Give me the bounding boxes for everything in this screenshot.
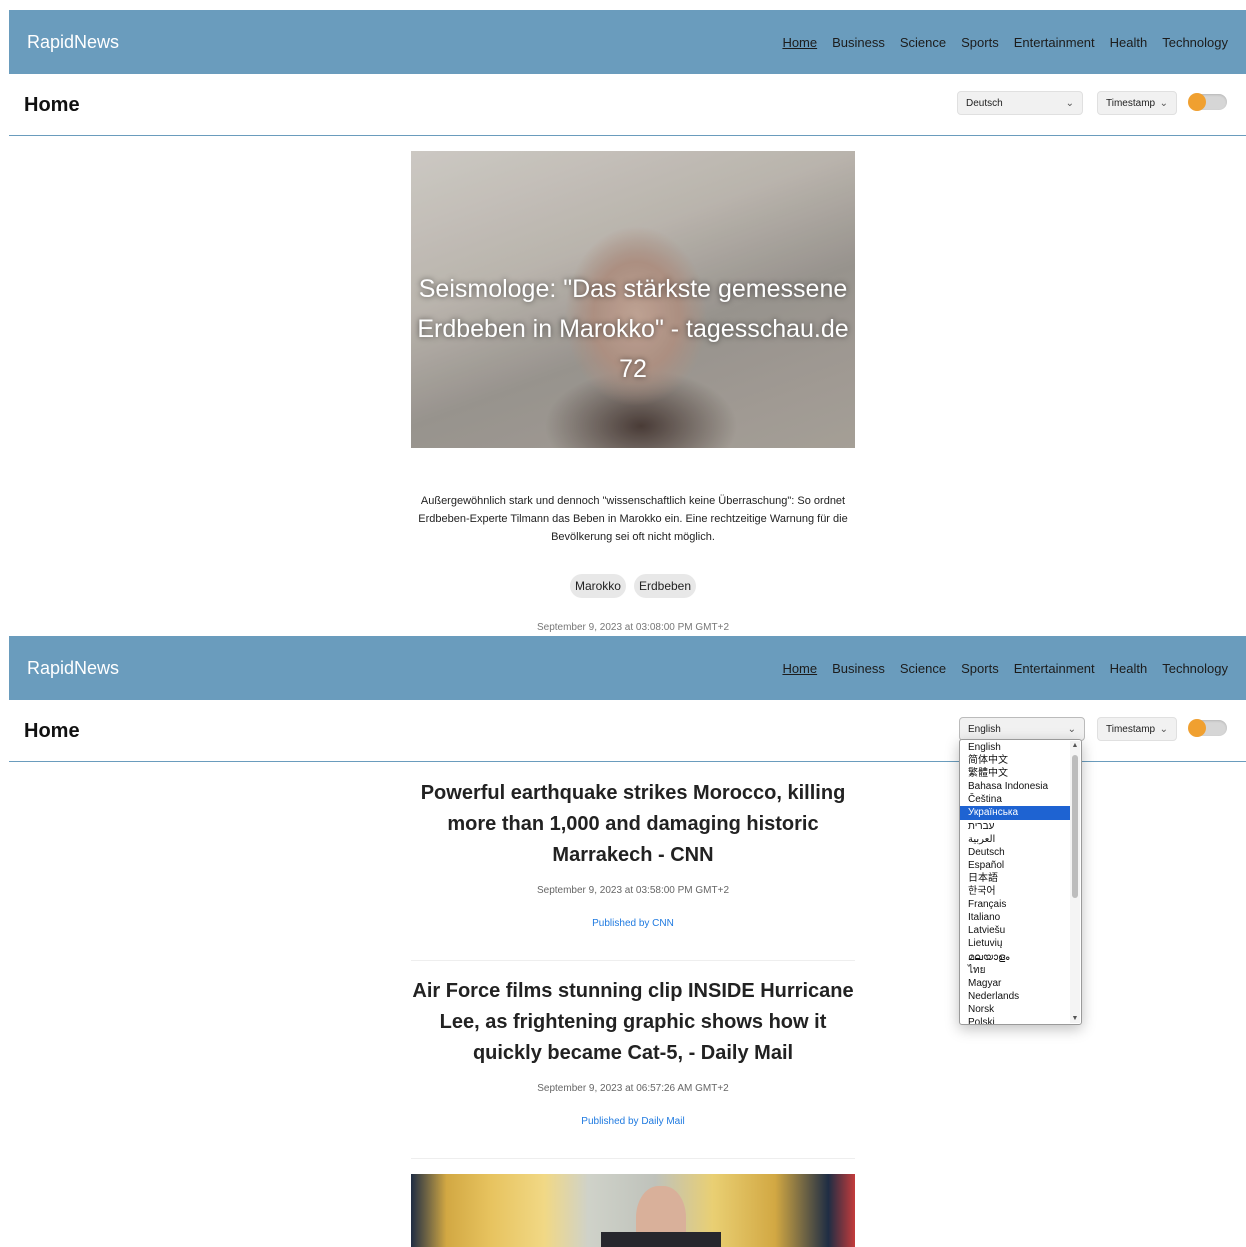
language-select-value: English (968, 723, 1001, 735)
language-option[interactable]: ไทย (960, 964, 1070, 977)
article-title[interactable]: Powerful earthquake strikes Morocco, kil… (411, 778, 855, 871)
language-dropdown-list[interactable]: English 简体中文 繁體中文 Bahasa Indonesia Češti… (959, 739, 1082, 1025)
article-divider (411, 1158, 855, 1159)
language-option[interactable]: 繁體中文 (960, 767, 1070, 780)
language-option[interactable]: മലയാളം (960, 951, 1070, 964)
article-date: September 9, 2023 at 06:57:26 AM GMT+2 (537, 1083, 729, 1094)
article-title[interactable]: Seismologe: "Das stärkste gemessene Erdb… (411, 269, 855, 389)
article-tags: Marokko Erdbeben (411, 574, 855, 598)
language-select[interactable]: English ⌄ (959, 717, 1085, 741)
tag-marokko[interactable]: Marokko (569, 574, 626, 598)
dropdown-scrollbar[interactable]: ▲ ▼ (1070, 741, 1080, 1023)
toggle-knob (1188, 719, 1206, 737)
article-publisher-link[interactable]: Published by CNN (411, 918, 855, 929)
nav-science[interactable]: Science (900, 661, 946, 676)
nav-home[interactable]: Home (782, 661, 817, 676)
sort-select[interactable]: Timestamp ⌄ (1097, 91, 1177, 115)
page-title: Home (24, 720, 80, 742)
language-option[interactable]: 日本語 (960, 872, 1070, 885)
sort-select[interactable]: Timestamp ⌄ (1097, 717, 1177, 741)
language-option[interactable]: Deutsch (960, 846, 1070, 859)
scroll-up-arrow-icon[interactable]: ▲ (1070, 742, 1080, 749)
toggle-knob (1188, 93, 1206, 111)
chevron-down-icon: ⌄ (1065, 97, 1074, 109)
article-card: Powerful earthquake strikes Morocco, kil… (411, 778, 855, 929)
scroll-down-arrow-icon[interactable]: ▼ (1070, 1015, 1080, 1022)
navbar: RapidNews Home Business Science Sports E… (9, 636, 1246, 700)
article-title[interactable]: Air Force films stunning clip INSIDE Hur… (411, 976, 855, 1069)
language-option[interactable]: 简体中文 (960, 754, 1070, 767)
language-select[interactable]: Deutsch ⌄ (957, 91, 1083, 115)
language-option[interactable]: Français (960, 898, 1070, 911)
language-option[interactable]: Nederlands (960, 990, 1070, 1003)
nav-technology[interactable]: Technology (1162, 35, 1228, 50)
chevron-down-icon: ⌄ (1159, 723, 1168, 735)
article-image[interactable] (411, 1174, 855, 1247)
language-select-value: Deutsch (966, 97, 1003, 109)
tag-erdbeben[interactable]: Erdbeben (633, 574, 697, 598)
language-option[interactable]: English (960, 741, 1070, 754)
page-title: Home (24, 94, 80, 116)
language-option[interactable]: Italiano (960, 911, 1070, 924)
article-publisher-link[interactable]: Published by Daily Mail (411, 1116, 855, 1127)
subheader: Home Deutsch ⌄ Timestamp ⌄ (9, 74, 1246, 136)
nav-entertainment[interactable]: Entertainment (1014, 661, 1095, 676)
brand-logo[interactable]: RapidNews (27, 32, 119, 53)
navbar: RapidNews Home Business Science Sports E… (9, 10, 1246, 74)
nav-links: Home Business Science Sports Entertainme… (782, 661, 1228, 676)
language-option[interactable]: Polski (960, 1016, 1070, 1024)
scrollbar-thumb[interactable] (1072, 755, 1078, 898)
nav-sports[interactable]: Sports (961, 661, 999, 676)
sort-select-value: Timestamp (1106, 97, 1156, 109)
nav-sports[interactable]: Sports (961, 35, 999, 50)
screenshot-top: RapidNews Home Business Science Sports E… (0, 0, 1246, 635)
language-option[interactable]: Latviešu (960, 924, 1070, 937)
chevron-down-icon: ⌄ (1159, 97, 1168, 109)
nav-business[interactable]: Business (832, 661, 885, 676)
language-option-highlighted[interactable]: Українська (960, 806, 1070, 820)
language-option[interactable]: Bahasa Indonesia (960, 780, 1070, 793)
language-option[interactable]: 한국어 (960, 885, 1070, 898)
nav-entertainment[interactable]: Entertainment (1014, 35, 1095, 50)
language-option[interactable]: Norsk (960, 1003, 1070, 1016)
language-option[interactable]: Lietuvių (960, 937, 1070, 950)
nav-science[interactable]: Science (900, 35, 946, 50)
nav-home[interactable]: Home (782, 35, 817, 50)
language-option[interactable]: العربية (960, 833, 1070, 846)
nav-health[interactable]: Health (1110, 661, 1148, 676)
theme-toggle[interactable] (1188, 719, 1227, 737)
sort-select-value: Timestamp (1106, 723, 1156, 735)
article-card: Air Force films stunning clip INSIDE Hur… (411, 976, 855, 1127)
nav-business[interactable]: Business (832, 35, 885, 50)
theme-toggle[interactable] (1188, 93, 1227, 111)
nav-links: Home Business Science Sports Entertainme… (782, 35, 1228, 50)
language-options: English 简体中文 繁體中文 Bahasa Indonesia Češti… (960, 740, 1070, 1024)
article-date: September 9, 2023 at 03:58:00 PM GMT+2 (536, 885, 730, 896)
article-date: September 9, 2023 at 03:08:00 PM GMT+2 (536, 622, 730, 633)
article-divider (411, 960, 855, 961)
article-hero-image[interactable]: Seismologe: "Das stärkste gemessene Erdb… (411, 151, 855, 448)
nav-technology[interactable]: Technology (1162, 661, 1228, 676)
language-option[interactable]: Español (960, 859, 1070, 872)
article-description: Außergewöhnlich stark und dennoch "wisse… (418, 495, 848, 543)
image-figure-body (601, 1232, 721, 1247)
language-option[interactable]: Čeština (960, 793, 1070, 806)
language-option[interactable]: עברית (960, 820, 1070, 833)
chevron-down-icon: ⌄ (1067, 723, 1076, 735)
language-option[interactable]: Magyar (960, 977, 1070, 990)
nav-health[interactable]: Health (1110, 35, 1148, 50)
brand-logo[interactable]: RapidNews (27, 658, 119, 679)
